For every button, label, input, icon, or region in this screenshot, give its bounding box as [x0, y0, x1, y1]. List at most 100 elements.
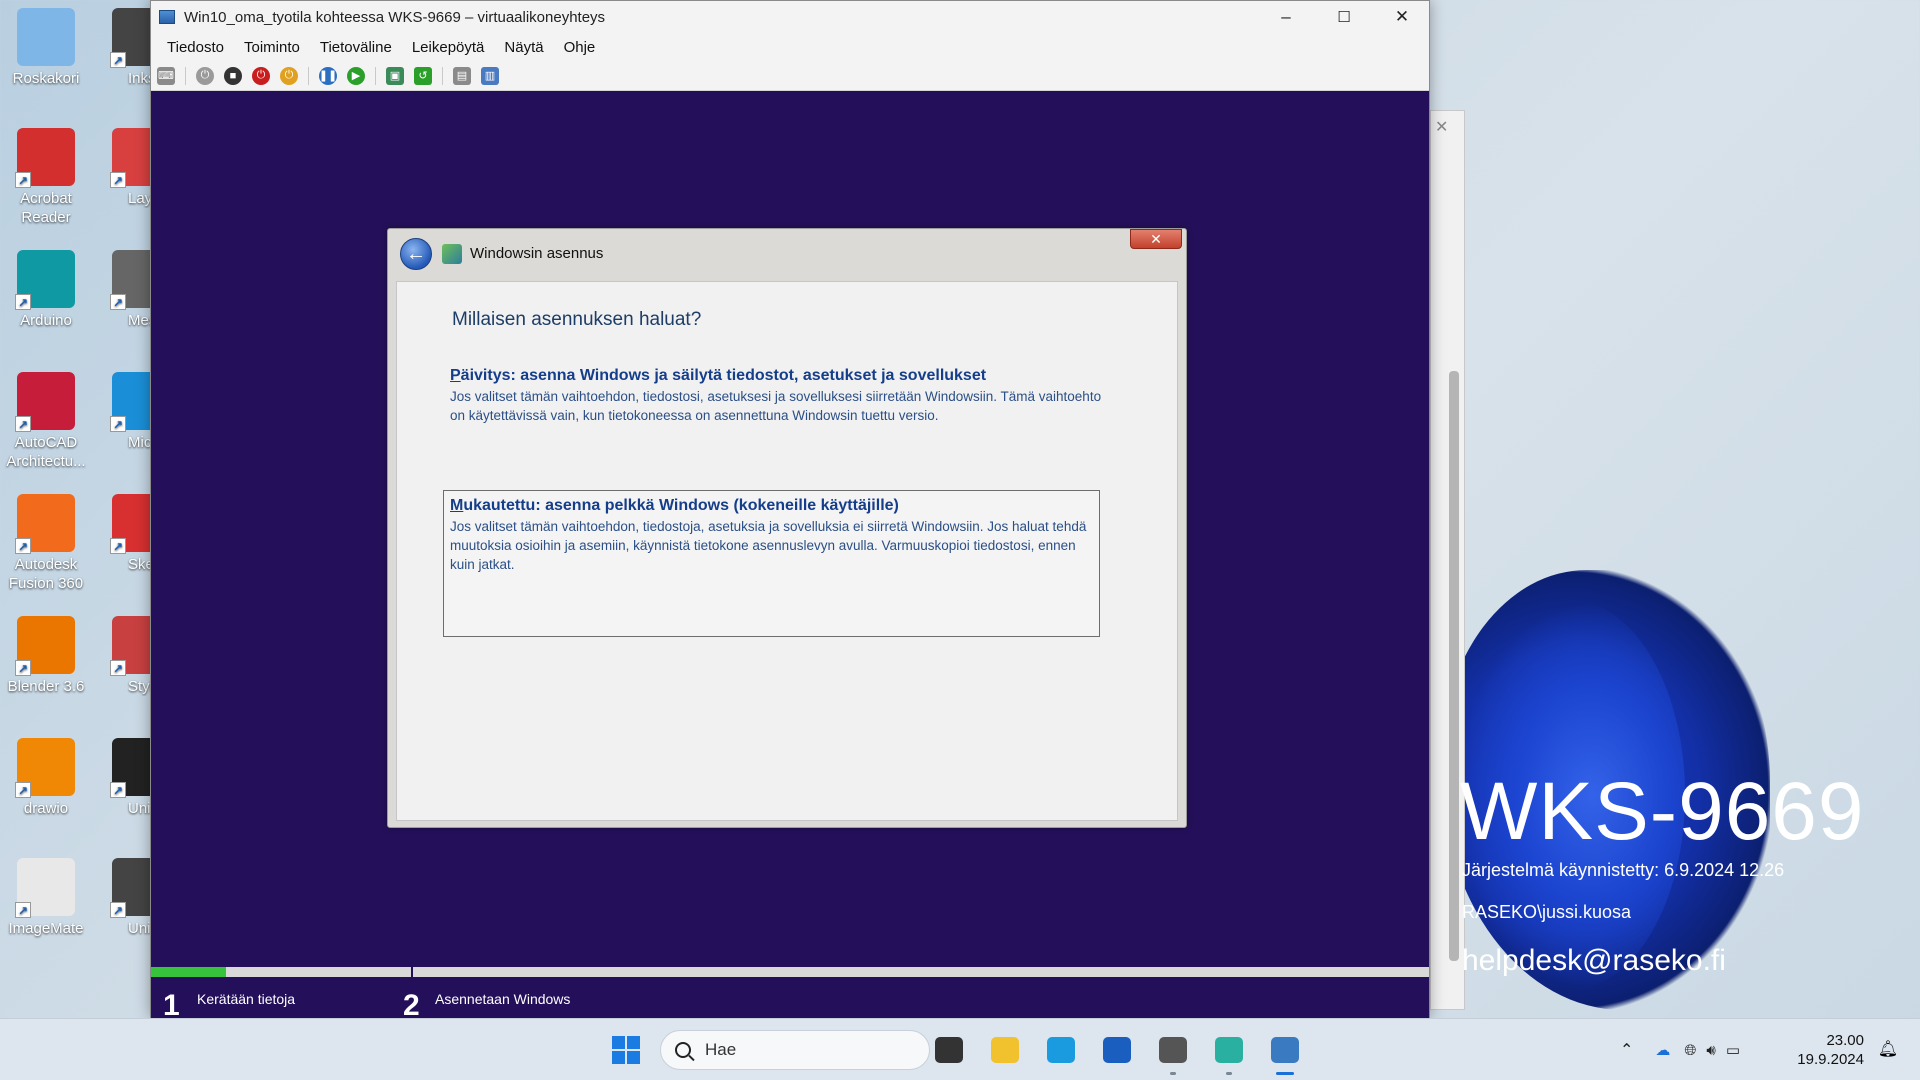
windows-logo-icon — [612, 1036, 640, 1064]
store-icon[interactable] — [1098, 1031, 1136, 1069]
start-button[interactable] — [607, 1031, 645, 1069]
battery-icon[interactable]: ▭ — [1726, 1041, 1740, 1059]
notification-bell-icon[interactable]: 🔔︎ — [1878, 1039, 1898, 1059]
background-window-close-icon[interactable]: ✕ — [1435, 117, 1448, 137]
recycle-bin-icon — [17, 8, 75, 66]
turn-off-icon[interactable]: ■ — [224, 66, 242, 85]
custom-option[interactable]: Mukautettu: asenna pelkkä Windows (koken… — [443, 490, 1100, 637]
desktop-shortcut-arduino[interactable]: ↗ Arduino — [0, 250, 94, 330]
menu-tietoväline[interactable]: Tietoväline — [320, 39, 392, 56]
settings-icon[interactable] — [1154, 1031, 1192, 1075]
wallpaper-computer-name: WKS-9669 — [1460, 766, 1865, 857]
vm-connect-glyph-icon — [1271, 1037, 1299, 1063]
upgrade-option-description: Jos valitset tämän vaihtoehdon, tiedosto… — [450, 389, 1102, 423]
pause-icon[interactable]: ❚❚ — [319, 66, 337, 85]
menu-leikepöytä[interactable]: Leikepöytä — [412, 39, 485, 56]
upgrade-option[interactable]: Päivitys: asenna Windows ja säilytä tied… — [450, 367, 1107, 425]
setup-question: Millaisen asennuksen haluat? — [452, 309, 702, 330]
menu-tiedosto[interactable]: Tiedosto — [167, 39, 224, 56]
save-state-icon[interactable]: ⏻ — [280, 66, 298, 85]
desktop-shortcut-label: Autodesk Fusion 360 — [8, 556, 84, 592]
menu-toiminto[interactable]: Toiminto — [244, 39, 300, 56]
desktop-shortcut-label: Acrobat Reader — [20, 190, 72, 226]
minimize-button[interactable]: – — [1257, 1, 1315, 33]
ctrl-alt-del-icon[interactable]: ⌨ — [157, 66, 175, 85]
desktop-shortcut-label: Arduino — [20, 312, 72, 329]
menu-näytä[interactable]: Näytä — [504, 39, 543, 56]
shortcut-arrow-icon: ↗ — [110, 902, 126, 918]
edge-icon[interactable] — [1042, 1031, 1080, 1069]
toolbar-separator — [308, 66, 309, 85]
blender-icon: ↗ — [15, 616, 75, 676]
setup-close-button[interactable]: ✕ — [1130, 229, 1182, 249]
step-2-label: Asennetaan Windows — [435, 991, 571, 1007]
setup-body: Millaisen asennuksen haluat? Päivitys: a… — [396, 281, 1178, 821]
vm-screen[interactable]: ← Windowsin asennus ✕ Millaisen asennuks… — [151, 92, 1429, 1022]
custom-option-title[interactable]: Mukautettu: asenna pelkkä Windows (koken… — [450, 497, 1093, 515]
desktop-shortcut-imagemate[interactable]: ↗ ImageMate — [0, 858, 94, 938]
desktop-shortcut-fusion-360[interactable]: ↗ Autodesk Fusion 360 — [0, 494, 94, 593]
desktop-shortcut-autocad-architecture[interactable]: ↗ AutoCAD Architectu... — [0, 372, 94, 471]
task-view-glyph-icon — [935, 1037, 963, 1063]
toolbar-separator — [185, 66, 186, 85]
maximize-button[interactable]: ☐ — [1315, 1, 1373, 33]
desktop-shortcut-label: Roskakori — [12, 70, 80, 87]
close-button[interactable]: ✕ — [1373, 1, 1431, 33]
vm-connection-window: Win10_oma_tyotila kohteessa WKS-9669 – v… — [150, 0, 1430, 1022]
desktop-shortcut-blender[interactable]: ↗ Blender 3.6 — [0, 616, 94, 696]
setup-steps: 1 Kerätään tietoja 2 Asennetaan Windows — [151, 985, 1429, 1022]
setup-progress-bar — [151, 965, 1429, 979]
windows-setup-dialog: ← Windowsin asennus ✕ Millaisen asennuks… — [387, 228, 1187, 828]
desktop-shortcut-label: AutoCAD Architectu... — [6, 434, 86, 470]
background-window[interactable]: ✕ — [1430, 110, 1465, 1010]
vm-window-title: Win10_oma_tyotila kohteessa WKS-9669 – v… — [184, 8, 606, 26]
start-vm-icon[interactable]: ⏻ — [196, 66, 214, 85]
shortcut-arrow-icon: ↗ — [15, 538, 31, 554]
upgrade-hotkey: P — [450, 367, 461, 384]
volume-icon[interactable]: 🔊︎ — [1706, 1042, 1715, 1059]
desktop-shortcut-label: Blender 3.6 — [7, 678, 85, 695]
vm-titlebar[interactable]: Win10_oma_tyotila kohteessa WKS-9669 – v… — [151, 1, 1429, 33]
share-icon[interactable]: ▥ — [481, 66, 499, 85]
shortcut-arrow-icon: ↗ — [15, 902, 31, 918]
desktop-shortcut-acrobat-reader[interactable]: ↗ Acrobat Reader — [0, 128, 94, 227]
desktop-icons: Roskakori ↗ Acrobat Reader ↗ Arduino ↗ AutoCAD… — [0, 0, 170, 1018]
taskbar-search[interactable]: Hae — [660, 1030, 930, 1070]
desktop-shortcut-label: ImageMate — [8, 920, 84, 937]
search-icon — [675, 1042, 691, 1058]
shutdown-icon[interactable]: ⏻ — [252, 66, 270, 85]
menu-ohje[interactable]: Ohje — [564, 39, 596, 56]
autocad-architecture-icon: ↗ — [15, 372, 75, 432]
custom-title-text: ukautettu: asenna pelkkä Windows (kokene… — [463, 497, 899, 514]
system-tray: ⌃ ☁ 🌐︎ 🔊︎ ▭ — [1620, 1019, 1740, 1080]
file-explorer-glyph-icon — [991, 1037, 1019, 1063]
chevron-up-icon[interactable]: ⌃ — [1620, 1040, 1633, 1060]
desktop-shortcut-recycle-bin[interactable]: Roskakori — [0, 8, 94, 88]
background-window-scrollbar[interactable] — [1449, 371, 1459, 961]
back-arrow-icon[interactable]: ← — [400, 238, 432, 270]
checkpoint-icon[interactable]: ▣ — [386, 66, 404, 85]
file-explorer-icon[interactable] — [986, 1031, 1024, 1069]
toolbar-separator — [375, 66, 376, 85]
shortcut-arrow-icon: ↗ — [110, 538, 126, 554]
upgrade-option-title[interactable]: Päivitys: asenna Windows ja säilytä tied… — [450, 367, 1107, 385]
desktop-shortcut-drawio[interactable]: ↗ drawio — [0, 738, 94, 818]
shortcut-arrow-icon: ↗ — [15, 416, 31, 432]
desktop-shortcut-label: drawio — [23, 800, 69, 817]
azure-data-icon[interactable] — [1210, 1031, 1248, 1075]
globe-icon[interactable]: 🌐︎ — [1684, 1042, 1696, 1059]
onedrive-icon[interactable]: ☁ — [1655, 1041, 1670, 1059]
taskbar-clock[interactable]: 23.00 19.9.2024 — [1797, 1031, 1864, 1069]
enhanced-session-icon[interactable]: ▤ — [453, 66, 471, 85]
task-view-icon[interactable] — [930, 1031, 968, 1069]
taskbar: Hae ⌃ ☁ 🌐︎ 🔊︎ ▭ 23.00 19.9.2024 🔔︎ — [0, 1018, 1920, 1080]
running-indicator — [1226, 1072, 1232, 1075]
revert-icon[interactable]: ↺ — [414, 66, 432, 85]
wallpaper-helpdesk: helpdesk@raseko.fi — [1462, 944, 1726, 977]
fusion-360-icon: ↗ — [15, 494, 75, 554]
shortcut-arrow-icon: ↗ — [15, 660, 31, 676]
setup-progress-divider — [411, 965, 413, 979]
resume-icon[interactable]: ▶ — [347, 66, 365, 85]
toolbar-separator — [442, 66, 443, 85]
vm-connect-icon[interactable] — [1266, 1031, 1304, 1075]
